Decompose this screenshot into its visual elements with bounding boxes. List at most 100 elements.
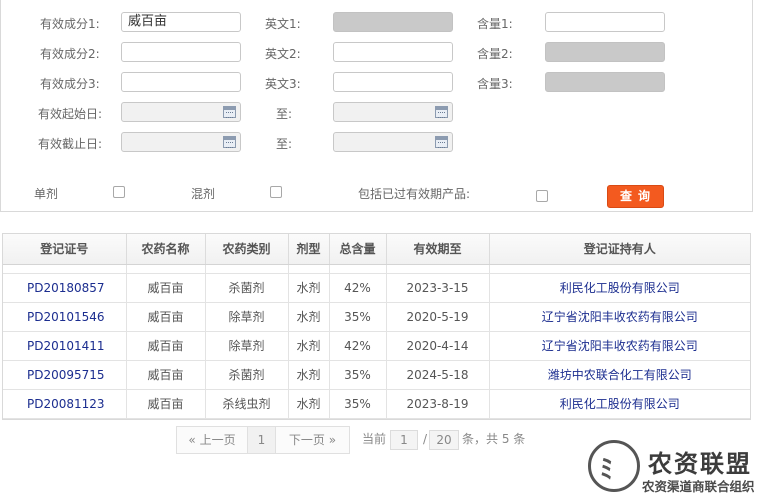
calendar-icon[interactable]	[435, 136, 448, 148]
include-expired-checkbox[interactable]	[536, 190, 548, 202]
product-form: 水剂	[288, 360, 330, 390]
table-spacer-row	[3, 264, 750, 274]
single-dose-label: 单剂	[34, 187, 59, 201]
header-name[interactable]: 农药名称	[126, 234, 206, 265]
prev-page-button[interactable]: « 上一页	[176, 426, 248, 454]
product-expiry: 2023-8-19	[386, 389, 490, 419]
product-category: 除草剂	[205, 331, 289, 361]
english2-input[interactable]	[333, 42, 453, 62]
calendar-icon[interactable]	[435, 106, 448, 118]
ingredient1-input[interactable]: 威百亩	[121, 12, 241, 32]
product-form: 水剂	[288, 331, 330, 361]
product-name: 威百亩	[126, 360, 206, 390]
content2-input[interactable]	[545, 42, 665, 62]
ingredient2-input[interactable]	[121, 42, 241, 62]
product-name: 威百亩	[126, 331, 206, 361]
header-holder[interactable]: 登记证持有人	[489, 234, 750, 265]
end-date-to-input[interactable]	[333, 132, 453, 152]
product-content: 35%	[329, 360, 387, 390]
start-date-to-label: 至:	[276, 107, 293, 121]
end-date-label: 有效截止日:	[38, 137, 103, 151]
product-content: 35%	[329, 302, 387, 332]
start-date-label: 有效起始日:	[38, 107, 103, 121]
product-content: 42%	[329, 273, 387, 303]
ingredient3-label: 有效成分3:	[40, 77, 100, 91]
english3-label: 英文3:	[265, 77, 301, 91]
query-button[interactable]: 查询	[607, 185, 664, 208]
watermark: ﾐ 农资联盟 农资渠道商联合组织	[586, 436, 774, 498]
holder-link[interactable]: 辽宁省沈阳丰收农药有限公司	[489, 302, 750, 332]
reg-no-link[interactable]: PD20101546	[3, 302, 127, 332]
end-date-to-label: 至:	[276, 137, 293, 151]
product-name: 威百亩	[126, 273, 206, 303]
product-content: 42%	[329, 331, 387, 361]
watermark-logo-icon: ﾐ	[588, 440, 640, 492]
product-category: 杀菌剂	[205, 360, 289, 390]
product-expiry: 2023-3-15	[386, 273, 490, 303]
page-number-input[interactable]: 1	[390, 430, 418, 450]
next-page-button[interactable]: 下一页 »	[275, 426, 350, 454]
header-reg-no[interactable]: 登记证号	[3, 234, 127, 265]
table-row: PD20180857 威百亩 杀菌剂 水剂 42% 2023-3-15 利民化工…	[3, 273, 750, 303]
end-date-from-input[interactable]	[121, 132, 241, 152]
reg-no-link[interactable]: PD20081123	[3, 389, 127, 419]
start-date-to-input[interactable]	[333, 102, 453, 122]
product-form: 水剂	[288, 389, 330, 419]
holder-link[interactable]: 辽宁省沈阳丰收农药有限公司	[489, 331, 750, 361]
product-expiry: 2020-5-19	[386, 302, 490, 332]
ingredient1-label: 有效成分1:	[40, 17, 100, 31]
page-1-button[interactable]: 1	[247, 426, 276, 454]
search-panel: 有效成分1: 威百亩 英文1: 含量1: 有效成分2: 英文2: 含量2: 有效…	[0, 0, 753, 212]
reg-no-link[interactable]: PD20095715	[3, 360, 127, 390]
single-dose-checkbox[interactable]	[113, 186, 125, 198]
watermark-subtitle: 农资渠道商联合组织	[642, 479, 755, 494]
total-count-text: 条，共 5 条	[462, 432, 526, 446]
table-row: PD20101411 威百亩 除草剂 水剂 42% 2020-4-14 辽宁省沈…	[3, 331, 750, 361]
page-size-input[interactable]: 20	[429, 430, 459, 450]
holder-link[interactable]: 利民化工股份有限公司	[489, 389, 750, 419]
holder-link[interactable]: 潍坊中农联合化工有限公司	[489, 360, 750, 390]
current-label: 当前	[362, 432, 387, 446]
english2-label: 英文2:	[265, 47, 301, 61]
product-expiry: 2024-5-18	[386, 360, 490, 390]
product-expiry: 2020-4-14	[386, 331, 490, 361]
product-category: 杀菌剂	[205, 273, 289, 303]
mixed-dose-checkbox[interactable]	[270, 186, 282, 198]
include-expired-label: 包括已过有效期产品:	[358, 187, 471, 201]
start-date-from-input[interactable]	[121, 102, 241, 122]
table-row: PD20095715 威百亩 杀菌剂 水剂 35% 2024-5-18 潍坊中农…	[3, 360, 750, 390]
reg-no-link[interactable]: PD20180857	[3, 273, 127, 303]
calendar-icon[interactable]	[223, 136, 236, 148]
table-header-row: 登记证号 农药名称 农药类别 剂型 总含量 有效期至 登记证持有人	[3, 234, 750, 265]
product-form: 水剂	[288, 273, 330, 303]
header-category[interactable]: 农药类别	[205, 234, 289, 265]
english1-input[interactable]	[333, 12, 453, 32]
page-separator: /	[423, 432, 428, 446]
product-content: 35%	[329, 389, 387, 419]
product-form: 水剂	[288, 302, 330, 332]
header-expiry[interactable]: 有效期至	[386, 234, 490, 265]
table-row: PD20081123 威百亩 杀线虫剂 水剂 35% 2023-8-19 利民化…	[3, 389, 750, 419]
table-row: PD20101546 威百亩 除草剂 水剂 35% 2020-5-19 辽宁省沈…	[3, 302, 750, 332]
content1-label: 含量1:	[477, 17, 513, 31]
content2-label: 含量2:	[477, 47, 513, 61]
product-name: 威百亩	[126, 302, 206, 332]
calendar-icon[interactable]	[223, 106, 236, 118]
watermark-title: 农资联盟	[648, 450, 752, 478]
ingredient2-label: 有效成分2:	[40, 47, 100, 61]
results-table: 登记证号 农药名称 农药类别 剂型 总含量 有效期至 登记证持有人 PD2018…	[2, 233, 751, 420]
header-content[interactable]: 总含量	[329, 234, 387, 265]
content1-input[interactable]	[545, 12, 665, 32]
header-form[interactable]: 剂型	[288, 234, 330, 265]
product-category: 除草剂	[205, 302, 289, 332]
ingredient3-input[interactable]	[121, 72, 241, 92]
english1-label: 英文1:	[265, 17, 301, 31]
content3-input[interactable]	[545, 72, 665, 92]
content3-label: 含量3:	[477, 77, 513, 91]
reg-no-link[interactable]: PD20101411	[3, 331, 127, 361]
mixed-dose-label: 混剂	[191, 187, 216, 201]
holder-link[interactable]: 利民化工股份有限公司	[489, 273, 750, 303]
english3-input[interactable]	[333, 72, 453, 92]
product-category: 杀线虫剂	[205, 389, 289, 419]
product-name: 威百亩	[126, 389, 206, 419]
